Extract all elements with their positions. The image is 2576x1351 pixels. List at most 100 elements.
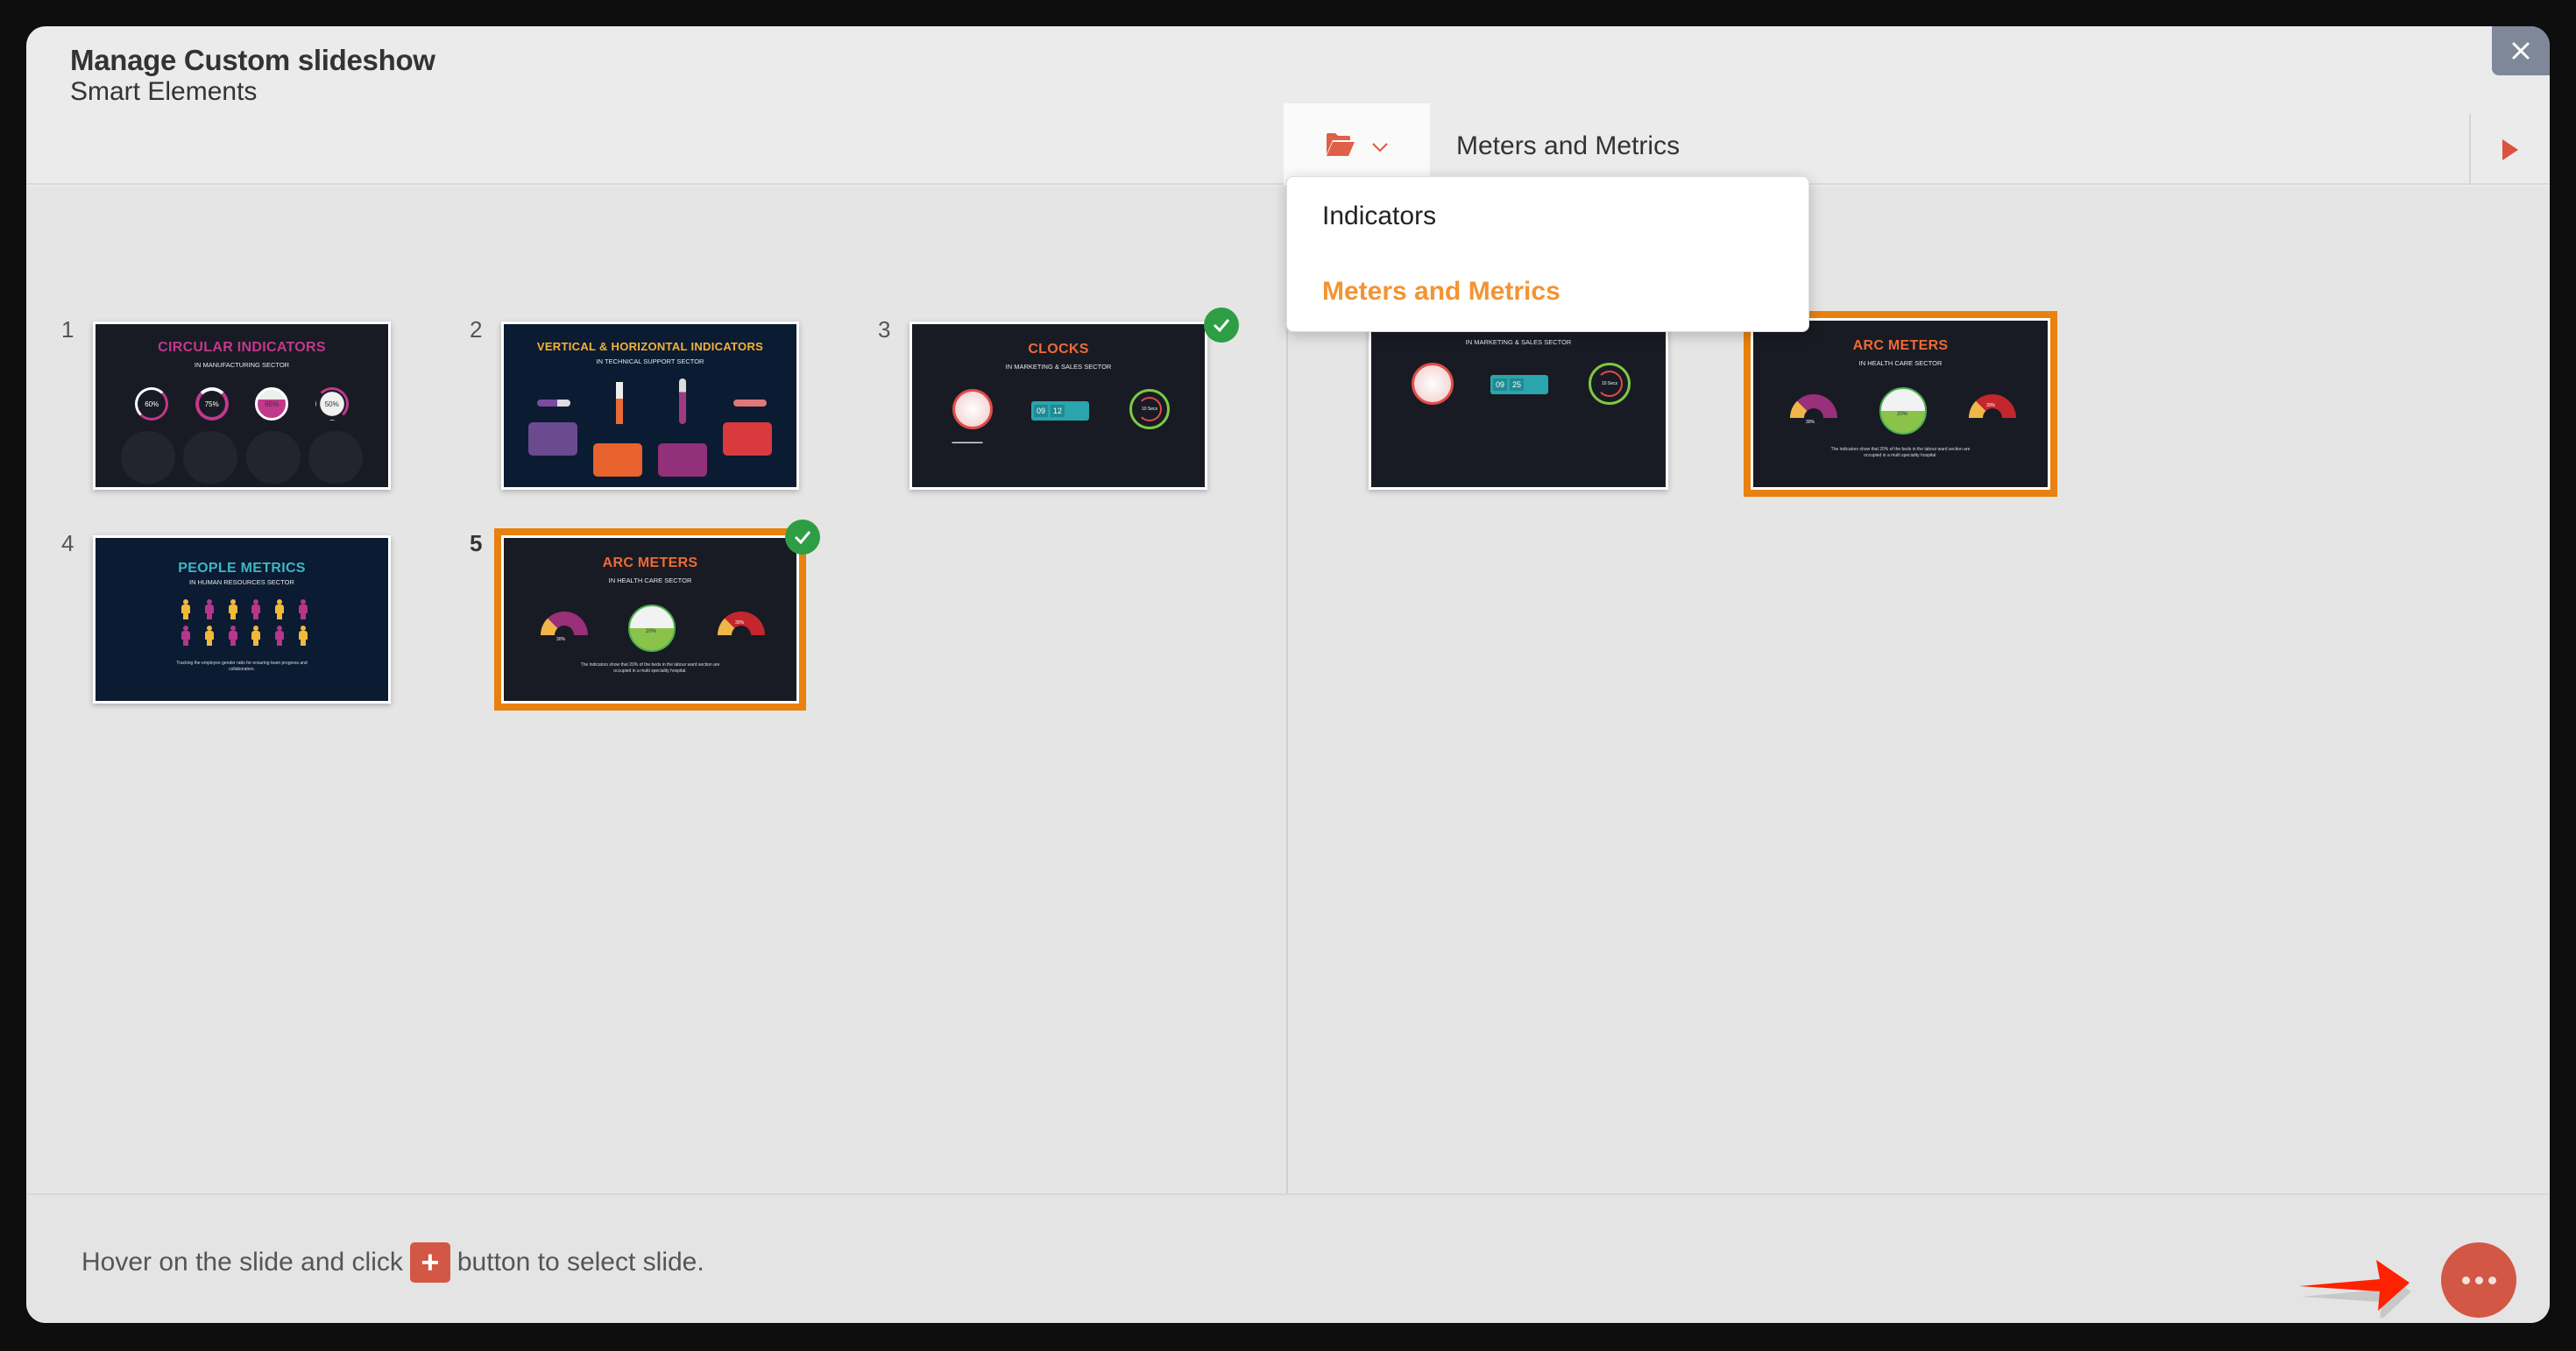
slide-title: ARC METERS: [1852, 338, 1949, 353]
thermometer-indicator: [679, 378, 686, 424]
more-dot: [2474, 1276, 2483, 1284]
plus-icon: +: [409, 1242, 450, 1283]
flip-clock-graphic: 09 25: [1490, 375, 1548, 394]
slide-thumbnail-clocks[interactable]: CLOCKS IN MARKETING & SALES SECTOR 09 12…: [909, 322, 1207, 490]
flip-clock-graphic: 09 12: [1031, 401, 1089, 421]
flip-clock-minutes: 25: [1510, 378, 1525, 391]
flip-clock-hours: 09: [1034, 405, 1049, 417]
gauge-right-value: 30%: [1986, 403, 1996, 408]
person-icon: [298, 626, 308, 647]
indicator-50: 50%: [315, 387, 349, 421]
checkmark-icon: [794, 531, 811, 544]
right-slides-panel: CLOCKS IN MARKETING & SALES SECTOR 09 25…: [1288, 187, 2550, 1193]
person-icon: [228, 599, 237, 620]
flip-clock-hours: 09: [1493, 378, 1508, 391]
slide-subtitle: IN MARKETING & SALES SECTOR: [1465, 338, 1572, 346]
indicator-65: 65%: [255, 387, 289, 421]
slide-number: 2: [470, 316, 483, 343]
person-icon: [274, 599, 284, 620]
play-button[interactable]: [2469, 114, 2550, 185]
more-dot: [2488, 1276, 2496, 1284]
slide-number: 4: [61, 530, 74, 556]
stopwatch-graphic: 10 Secs: [1589, 363, 1631, 405]
gauge-left-value: 30%: [556, 637, 566, 642]
more-options-button[interactable]: [2441, 1242, 2516, 1318]
slide-number: 5: [470, 530, 483, 556]
slide-title: CIRCULAR INDICATORS: [158, 340, 326, 355]
slide-title: CLOCKS: [1028, 342, 1089, 357]
close-button[interactable]: [2492, 26, 2550, 75]
current-category-label: Meters and Metrics: [1456, 131, 1681, 160]
slide-subtitle: IN HEALTH CARE SECTOR: [608, 576, 692, 584]
slide-body-text: The indicators show that 20% of the beds…: [1830, 447, 1971, 458]
vertical-bar-indicator: [616, 382, 623, 424]
person-icon: [274, 626, 284, 647]
horizontal-bar-indicator: [537, 400, 570, 407]
slide-thumbnail-arc-meters[interactable]: ARC METERS IN HEALTH CARE SECTOR 30% 20%…: [494, 528, 806, 711]
wall-clock-graphic: [1412, 363, 1454, 405]
selected-check-badge: [1204, 308, 1239, 343]
indicator-75: 75%: [195, 387, 229, 421]
gauge-center-value: 20%: [1897, 412, 1908, 417]
dialog-footer: Hover on the slide and click + button to…: [26, 1193, 2550, 1323]
stopwatch-value: 10 Secs: [1596, 371, 1623, 397]
circular-indicators-row: 60% 75% 65% 50%: [96, 387, 388, 421]
caption-box: [528, 422, 577, 456]
hint-text-before: Hover on the slide and click: [81, 1248, 403, 1277]
checkmark-icon: [1213, 319, 1230, 332]
dialog-title: Manage Custom slideshow: [70, 44, 435, 76]
person-icon: [298, 599, 308, 620]
slide-subtitle: IN MANUFACTURING SECTOR: [194, 361, 290, 369]
gauge-center-value: 20%: [646, 629, 657, 634]
slide-body-text: The indicators show that 20% of the beds…: [580, 662, 720, 674]
stopwatch-graphic: 10 Secs: [1129, 389, 1170, 429]
category-dropdown-menu: Indicators Meters and Metrics: [1286, 176, 1809, 332]
slide-thumbnail-circular-indicators[interactable]: CIRCULAR INDICATORS IN MANUFACTURING SEC…: [93, 322, 391, 490]
slide-subtitle: IN MARKETING & SALES SECTOR: [1005, 363, 1112, 371]
category-slide-clocks[interactable]: CLOCKS IN MARKETING & SALES SECTOR 09 25…: [1369, 318, 1668, 490]
person-icon: [204, 626, 214, 647]
slide-thumbnail-vertical-horizontal-indicators[interactable]: VERTICAL & HORIZONTAL INDICATORS IN TECH…: [501, 322, 799, 490]
slide-number: 1: [61, 316, 74, 343]
category-dropdown-button[interactable]: [1284, 103, 1430, 185]
menu-item-indicators[interactable]: Indicators: [1322, 202, 1436, 231]
left-slides-panel: 1 CIRCULAR INDICATORS IN MANUFACTURING S…: [26, 187, 1286, 1193]
slide-caption: ▬▬▬▬▬▬▬: [952, 440, 983, 445]
hint-text-after: button to select slide.: [456, 1248, 704, 1277]
stopwatch-value: 10 Secs: [1137, 397, 1162, 421]
category-slide-arc-meters[interactable]: ARC METERS IN HEALTH CARE SECTOR 30% 20%…: [1744, 311, 2057, 497]
indicator-captions: [96, 431, 388, 484]
slide-subtitle: IN TECHNICAL SUPPORT SECTOR: [596, 357, 704, 365]
person-icon: [228, 626, 237, 647]
manage-custom-slideshow-dialog: Manage Custom slideshow Smart Elements M…: [26, 26, 2550, 1323]
chevron-down-icon: [1371, 142, 1388, 152]
selected-check-badge: [785, 520, 820, 555]
menu-item-meters-and-metrics[interactable]: Meters and Metrics: [1322, 277, 1560, 307]
caption-box: [593, 443, 642, 477]
gauge-left-value: 30%: [1806, 420, 1815, 425]
slide-title: VERTICAL & HORIZONTAL INDICATORS: [536, 340, 764, 353]
close-icon: [2512, 42, 2530, 60]
wall-clock-graphic: [952, 389, 993, 429]
caption-box: [658, 443, 707, 477]
flip-clock-minutes: 12: [1051, 405, 1065, 417]
play-icon: [2502, 138, 2518, 160]
slide-subtitle: IN HUMAN RESOURCES SECTOR: [189, 578, 294, 586]
slide-number: 3: [878, 316, 891, 343]
caption-box: [723, 422, 772, 456]
slide-thumbnail-people-metrics[interactable]: PEOPLE METRICS IN HUMAN RESOURCES SECTOR…: [93, 535, 391, 704]
gauge-right-value: 30%: [735, 620, 745, 626]
person-icon: [181, 599, 191, 620]
left-panel-heading: Smart Elements: [70, 77, 258, 106]
speedometer-gauge-center: [628, 605, 676, 652]
person-icon: [181, 626, 191, 647]
person-icon: [251, 626, 261, 647]
slide-title: ARC METERS: [602, 555, 698, 570]
folder-open-icon: [1326, 132, 1355, 156]
people-icons-grid: [174, 599, 315, 647]
footer-hint: Hover on the slide and click + button to…: [81, 1242, 704, 1283]
slide-body-text: Tracking the employee gender ratio for e…: [176, 661, 308, 672]
indicator-60: 60%: [135, 387, 169, 421]
speedometer-gauge-center: [1879, 387, 1927, 435]
slide-title: PEOPLE METRICS: [178, 561, 306, 576]
